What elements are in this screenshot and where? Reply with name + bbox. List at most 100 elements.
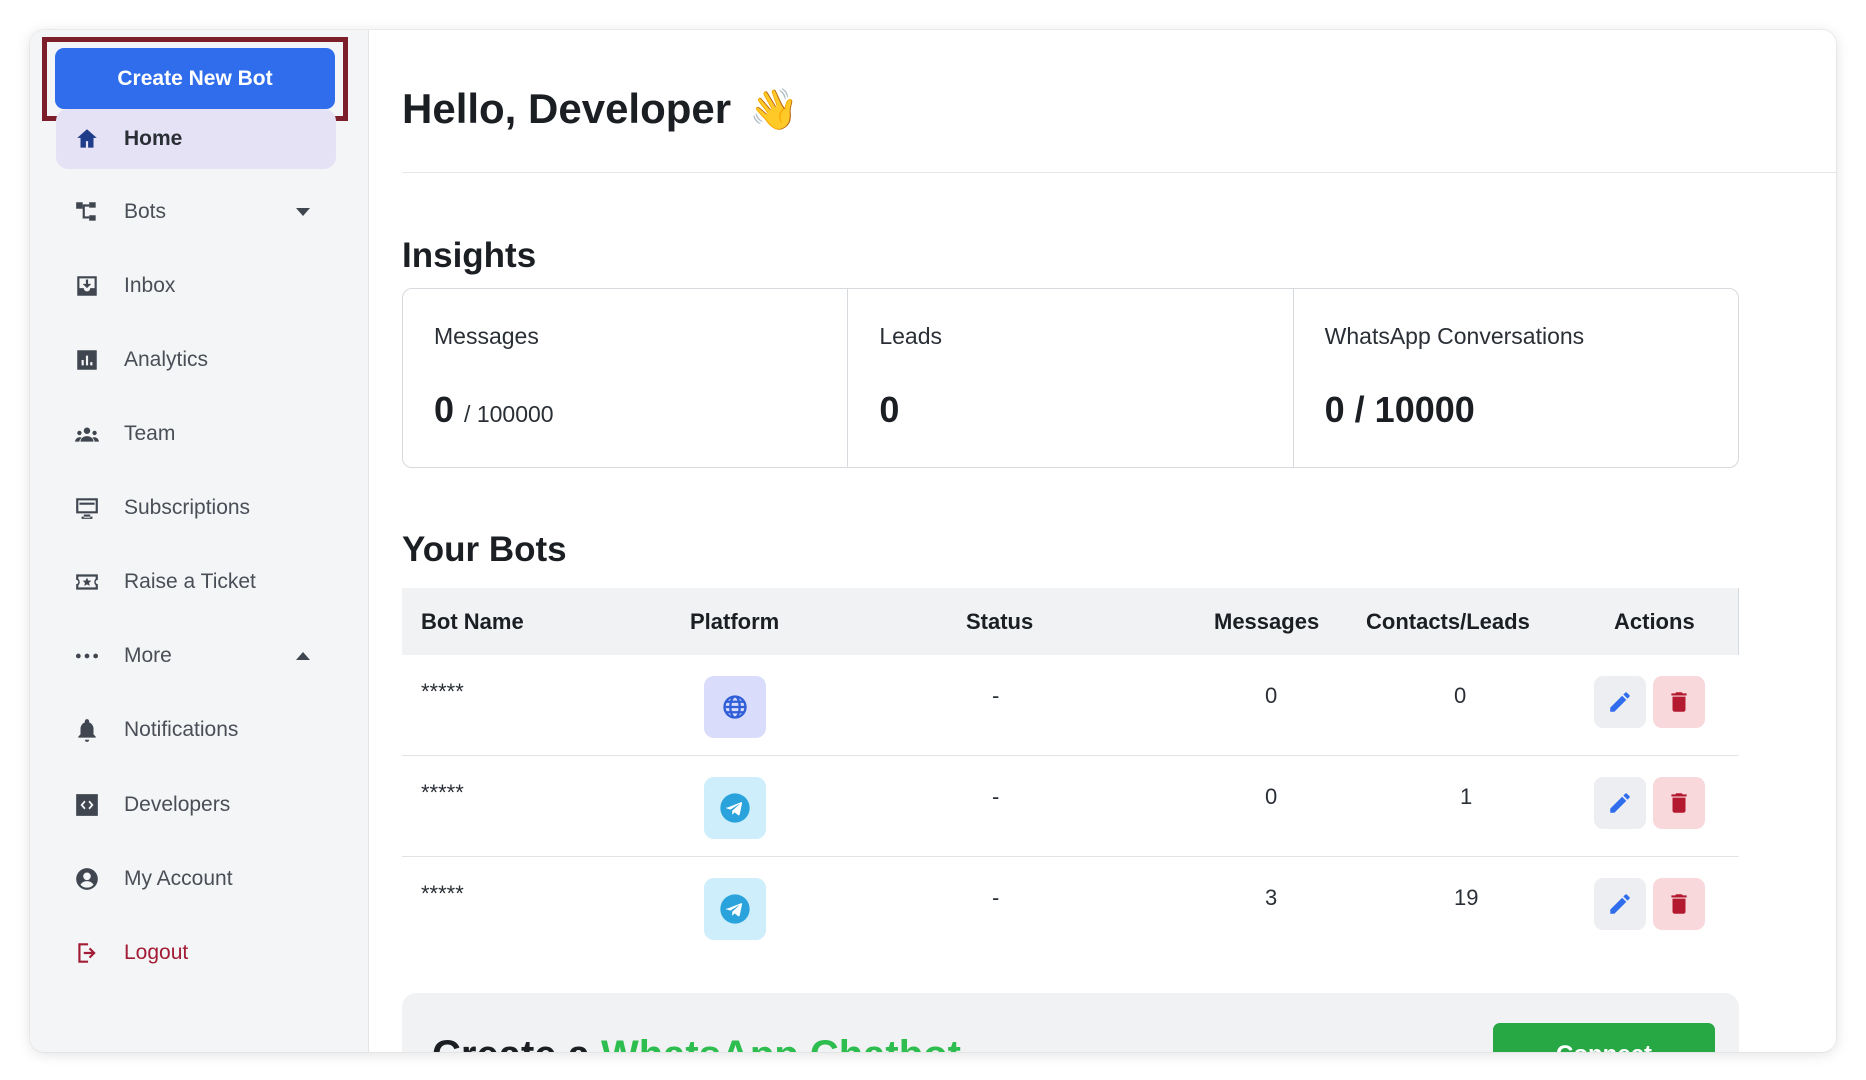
pencil-icon xyxy=(1610,793,1630,813)
sidebar-item-label: Analytics xyxy=(124,348,209,371)
delete-button[interactable] xyxy=(1653,777,1705,829)
insight-label: WhatsApp Conversations xyxy=(1324,323,1585,349)
bot-status: - xyxy=(992,784,1000,809)
create-new-bot-button[interactable]: Create New Bot xyxy=(55,48,335,109)
greeting-text: Hello, Developer xyxy=(402,85,732,132)
account-icon xyxy=(72,864,102,894)
sidebar-item-logout[interactable]: Logout xyxy=(56,923,336,983)
globe-icon xyxy=(723,695,747,719)
pencil-icon xyxy=(1610,894,1630,914)
trash-icon xyxy=(1671,793,1687,813)
inbox-icon xyxy=(72,271,102,301)
insight-value: 0 / 10000 xyxy=(1324,389,1475,430)
insight-leads: Leads 0 xyxy=(848,289,1294,467)
sidebar-item-my-account[interactable]: My Account xyxy=(56,849,336,909)
edit-button[interactable] xyxy=(1594,878,1646,930)
delete-button[interactable] xyxy=(1653,878,1705,930)
header-divider xyxy=(402,172,1836,173)
sidebar-item-raise-ticket[interactable]: Raise a Ticket xyxy=(56,552,336,612)
column-header-bot-name[interactable]: Bot Name xyxy=(421,588,524,655)
column-header-actions: Actions xyxy=(1614,609,1695,634)
sidebar-item-label: Home xyxy=(124,127,183,150)
sidebar-item-subscriptions[interactable]: Subscriptions xyxy=(56,478,336,538)
bot-contacts: 1 xyxy=(1460,784,1473,809)
sidebar-item-label: Developers xyxy=(124,793,231,816)
sidebar-item-inbox[interactable]: Inbox xyxy=(56,256,336,316)
bot-name: ***** xyxy=(421,780,464,805)
trash-icon xyxy=(1671,894,1687,914)
home-icon xyxy=(72,124,102,154)
table-row[interactable]: ***** - 0 0 xyxy=(402,655,1739,756)
subscriptions-icon xyxy=(72,493,102,523)
column-header-status[interactable]: Status xyxy=(966,588,1033,655)
bot-messages: 3 xyxy=(1265,885,1278,910)
ticket-icon xyxy=(72,567,102,597)
waving-hand-icon: 👋 xyxy=(749,87,799,132)
sidebar-item-label: More xyxy=(124,644,172,667)
page-title: Hello, Developer 👋 xyxy=(402,85,799,133)
whatsapp-card-title: Create a WhatsApp Chatbot xyxy=(432,1033,961,1052)
insight-label: Leads xyxy=(879,323,942,349)
sidebar-item-analytics[interactable]: Analytics xyxy=(56,330,336,390)
main-content: Hello, Developer 👋 Insights Messages 0 /… xyxy=(369,30,1836,1052)
bot-name: ***** xyxy=(421,679,464,704)
chevron-up-icon[interactable] xyxy=(296,652,310,660)
team-icon xyxy=(72,419,102,449)
logout-icon xyxy=(72,938,102,968)
more-icon xyxy=(72,641,102,671)
bot-messages: 0 xyxy=(1265,683,1278,708)
delete-button[interactable] xyxy=(1653,676,1705,728)
sidebar-item-home[interactable]: Home xyxy=(56,109,336,169)
column-header-contacts-leads[interactable]: Contacts/Leads xyxy=(1366,588,1530,655)
telegram-icon xyxy=(720,894,750,924)
sidebar-item-more[interactable]: More xyxy=(56,626,336,686)
bots-table: Bot Name Platform Status Messages Contac… xyxy=(402,588,1739,952)
insight-value: 0 / 100000 xyxy=(434,389,554,430)
sidebar-item-team[interactable]: Team xyxy=(56,404,336,464)
pencil-icon xyxy=(1610,692,1630,712)
sidebar-item-label: Subscriptions xyxy=(124,496,251,519)
bot-name: ***** xyxy=(421,881,464,906)
analytics-icon xyxy=(72,345,102,375)
sidebar-item-label: My Account xyxy=(124,867,233,890)
platform-badge xyxy=(704,878,766,940)
insight-messages: Messages 0 / 100000 xyxy=(403,289,849,467)
insights-heading: Insights xyxy=(402,236,537,275)
bot-contacts: 19 xyxy=(1454,885,1479,910)
table-header: Bot Name Platform Status Messages Contac… xyxy=(402,588,1739,655)
code-icon xyxy=(72,790,102,820)
connect-button[interactable]: Connect xyxy=(1493,1023,1715,1052)
table-row[interactable]: ***** - 3 19 xyxy=(402,857,1739,952)
edit-button[interactable] xyxy=(1594,777,1646,829)
chevron-down-icon[interactable] xyxy=(296,208,310,216)
insight-label: Messages xyxy=(434,323,539,349)
whatsapp-chatbot-card: Create a WhatsApp Chatbot Connect xyxy=(402,993,1739,1052)
sidebar-item-label: Inbox xyxy=(124,274,176,297)
sidebar: Create New Bot Home Bots Inbox Analytics… xyxy=(30,30,369,1052)
platform-badge xyxy=(704,777,766,839)
bots-icon xyxy=(72,197,102,227)
insight-whatsapp-conversations: WhatsApp Conversations 0 / 10000 xyxy=(1294,289,1738,467)
trash-icon xyxy=(1671,692,1687,712)
your-bots-heading: Your Bots xyxy=(402,530,567,569)
table-row[interactable]: ***** - 0 1 xyxy=(402,756,1739,857)
column-header-messages[interactable]: Messages xyxy=(1214,588,1319,655)
column-header-platform[interactable]: Platform xyxy=(690,588,779,655)
sidebar-item-label: Logout xyxy=(124,941,189,964)
sidebar-item-bots[interactable]: Bots xyxy=(56,182,336,242)
bot-status: - xyxy=(992,885,1000,910)
sidebar-item-label: Raise a Ticket xyxy=(124,570,256,593)
sidebar-item-label: Bots xyxy=(124,200,167,223)
platform-badge xyxy=(704,676,766,738)
insights-card: Messages 0 / 100000 Leads 0 WhatsApp Con… xyxy=(402,288,1739,468)
app-window: Create New Bot Home Bots Inbox Analytics… xyxy=(30,30,1836,1052)
sidebar-item-label: Team xyxy=(124,422,176,445)
sidebar-item-notifications[interactable]: Notifications xyxy=(56,700,336,760)
sidebar-item-label: Notifications xyxy=(124,718,239,741)
telegram-icon xyxy=(720,793,750,823)
bot-status: - xyxy=(992,683,1000,708)
bot-contacts: 0 xyxy=(1454,683,1467,708)
sidebar-item-developers[interactable]: Developers xyxy=(56,775,336,835)
edit-button[interactable] xyxy=(1594,676,1646,728)
bell-icon xyxy=(72,715,102,745)
